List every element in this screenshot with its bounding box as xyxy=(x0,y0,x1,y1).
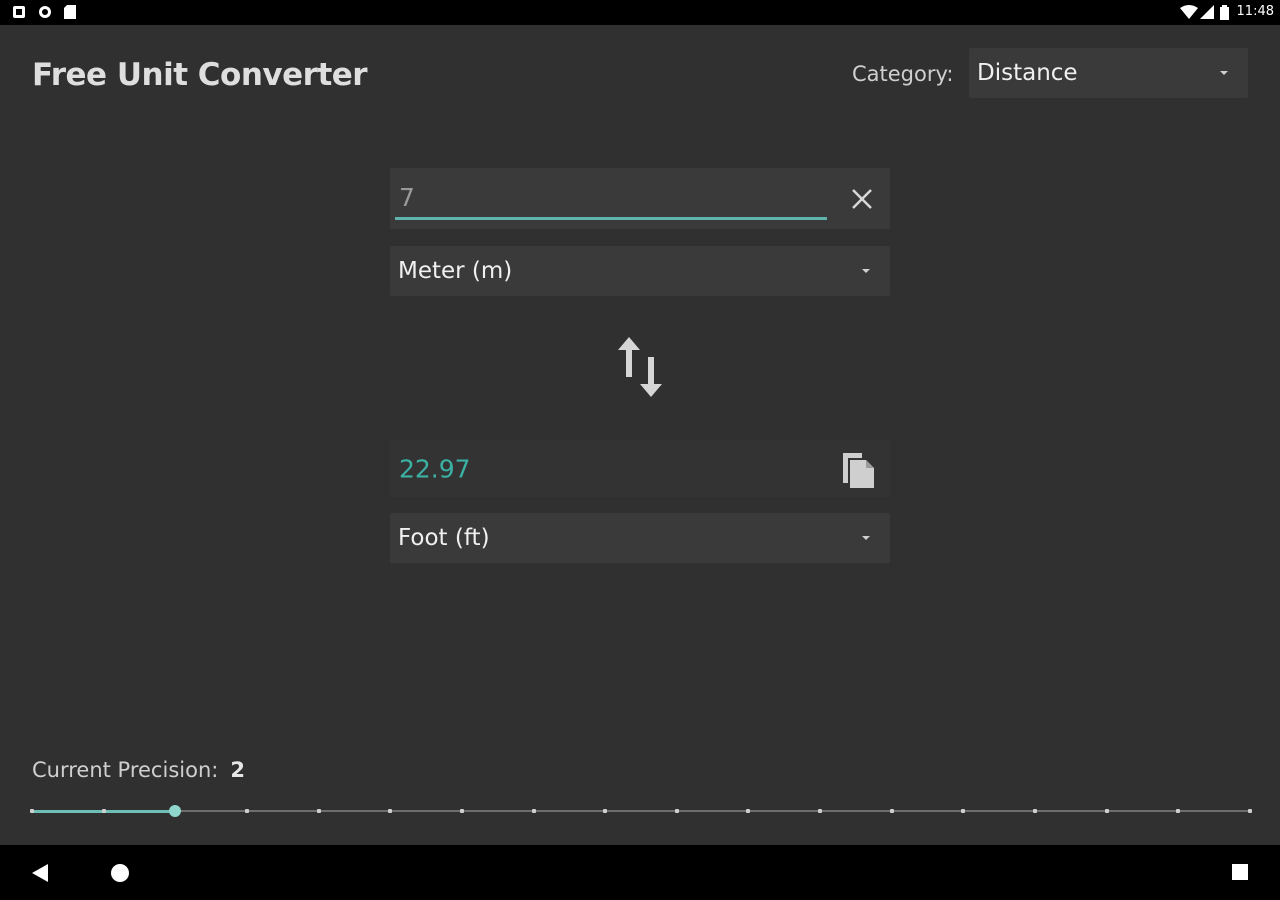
slider-tick xyxy=(1104,809,1109,813)
slider-tick xyxy=(889,809,894,813)
signal-icon xyxy=(1200,5,1214,19)
slider-tick xyxy=(30,809,34,813)
precision-slider[interactable] xyxy=(30,800,1252,822)
slider-tick xyxy=(1176,809,1181,813)
sync-icon xyxy=(39,6,51,18)
precision-label: Current Precision: xyxy=(32,758,219,782)
slider-tick xyxy=(1033,809,1038,813)
battery-icon xyxy=(1220,5,1229,20)
clear-icon[interactable] xyxy=(848,185,876,213)
slider-tick xyxy=(1248,809,1252,813)
slider-tick xyxy=(961,809,966,813)
slider-tick xyxy=(101,809,106,813)
slider-thumb[interactable] xyxy=(169,805,182,817)
to-unit-value: Foot (ft) xyxy=(398,525,490,551)
slider-tick xyxy=(459,809,464,813)
slider-tick xyxy=(244,809,249,813)
slider-track xyxy=(32,810,1250,812)
category-value: Distance xyxy=(977,60,1078,86)
result-container: 22.97 xyxy=(390,440,890,497)
chevron-down-icon xyxy=(862,536,870,540)
slider-tick xyxy=(316,809,321,813)
precision-readout: Current Precision: 2 xyxy=(32,758,245,782)
input-field-container xyxy=(390,168,890,229)
navigation-bar xyxy=(0,845,1280,900)
precision-value: 2 xyxy=(230,758,245,782)
from-unit-dropdown[interactable]: Meter (m) xyxy=(390,246,890,296)
to-unit-dropdown[interactable]: Foot (ft) xyxy=(390,513,890,563)
status-clock: 11:48 xyxy=(1236,4,1274,19)
wifi-icon xyxy=(1180,5,1198,19)
result-value: 22.97 xyxy=(399,454,471,483)
status-bar: 11:48 xyxy=(0,0,1280,25)
slider-tick xyxy=(674,809,679,813)
from-unit-value: Meter (m) xyxy=(398,258,513,284)
swap-units-icon[interactable] xyxy=(615,335,667,399)
app-screen: Free Unit Converter Category: Distance M… xyxy=(0,25,1280,845)
back-icon[interactable] xyxy=(31,863,49,883)
app-title: Free Unit Converter xyxy=(32,57,368,93)
chevron-down-icon xyxy=(1220,71,1228,75)
copy-icon[interactable] xyxy=(840,450,878,490)
slider-tick xyxy=(388,809,393,813)
home-icon[interactable] xyxy=(110,863,130,883)
chevron-down-icon xyxy=(862,269,870,273)
slider-tick xyxy=(746,809,751,813)
category-label: Category: xyxy=(852,62,954,86)
notification-icon xyxy=(13,6,25,18)
recents-icon[interactable] xyxy=(1231,863,1249,881)
sd-card-icon xyxy=(64,5,76,19)
slider-tick xyxy=(531,809,536,813)
slider-tick xyxy=(603,809,608,813)
value-input[interactable] xyxy=(395,178,827,220)
category-dropdown[interactable]: Distance xyxy=(969,48,1248,98)
slider-tick xyxy=(818,809,823,813)
